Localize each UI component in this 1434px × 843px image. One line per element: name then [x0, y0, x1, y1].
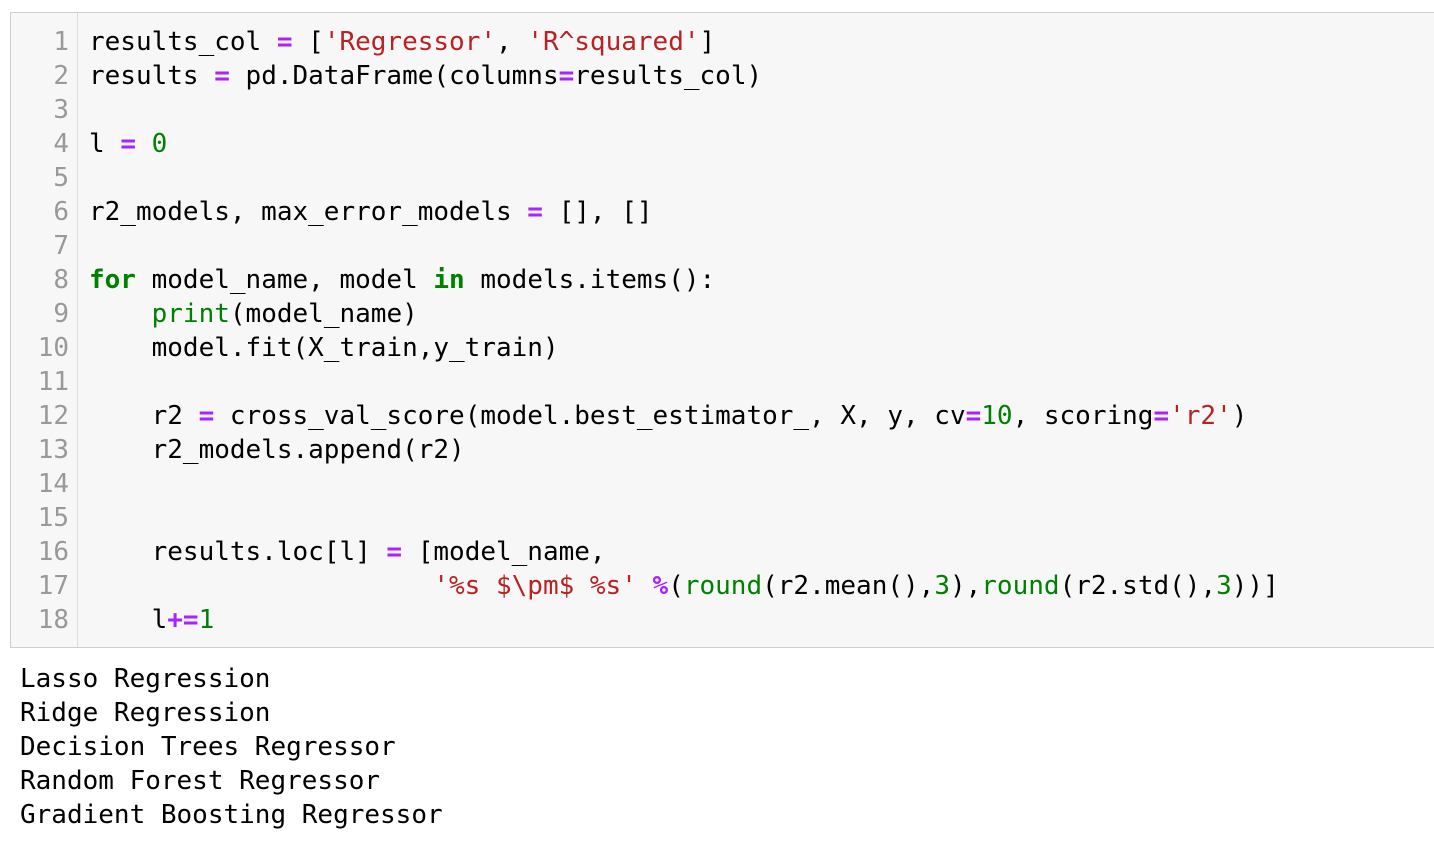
code-token: 10 — [981, 401, 1013, 431]
code-token: , scoring — [1012, 401, 1154, 431]
code-token: r2_models.append(r2) — [89, 435, 465, 465]
line-number: 15 — [37, 503, 69, 533]
code-token: print — [151, 299, 230, 329]
code-token: 1 — [198, 605, 215, 635]
line-number: 7 — [53, 231, 69, 261]
code-token: l — [89, 129, 121, 159]
code-line[interactable]: model.fit(X_train,y_train) — [89, 331, 559, 365]
code-token: for — [89, 265, 136, 295]
code-token: pd.DataFrame(columns — [229, 61, 559, 91]
code-token: = — [214, 61, 230, 91]
line-number: 14 — [37, 469, 69, 499]
code-line[interactable]: r2_models, max_error_models = [], [] — [89, 195, 653, 229]
code-token: results.loc[l] — [89, 537, 387, 567]
code-token: round — [981, 571, 1060, 601]
line-number: 4 — [53, 129, 69, 159]
code-token: round — [683, 571, 763, 601]
code-token: in — [433, 265, 465, 295]
line-number: 6 — [53, 197, 69, 227]
code-line[interactable]: '%s $\pm$ %s' %(round(r2.mean(),3),round… — [89, 569, 1279, 603]
code-token: r2_models, max_error_models — [89, 197, 528, 227]
code-token: ] — [699, 27, 716, 57]
code-token: = — [198, 401, 215, 431]
code-token: , — [496, 27, 528, 57]
code-token: 'R^squared' — [527, 27, 700, 57]
code-token: model_name, model — [135, 265, 434, 295]
code-token: 'r2' — [1169, 401, 1232, 431]
code-token: l — [89, 605, 168, 635]
code-token: ( — [668, 571, 684, 601]
output-line: Random Forest Regressor — [20, 766, 381, 796]
output-line: Gradient Boosting Regressor — [20, 800, 443, 830]
code-token: [], [] — [542, 197, 653, 227]
line-number-gutter: 1 2 3 4 5 6 7 8 9 10 11 12 13 14 15 16 17 18 — [11, 13, 78, 647]
line-number: 17 — [37, 571, 69, 601]
line-number: 9 — [53, 299, 69, 329]
code-token: ))] — [1231, 571, 1279, 601]
code-cell-input[interactable]: 1 2 3 4 5 6 7 8 9 10 11 12 13 14 15 16 17 18 results_col … — [10, 12, 1434, 648]
code-token: 3 — [934, 571, 950, 601]
code-line[interactable]: l = 0 — [89, 127, 167, 161]
code-token: cross_val_score(model.best_estimator_, X… — [214, 401, 966, 431]
line-number: 1 — [53, 27, 69, 57]
output-line: Lasso Regression — [20, 664, 271, 694]
code-line[interactable]: r2 = cross_val_score(model.best_estimato… — [89, 399, 1248, 433]
code-token: results_col) — [574, 61, 763, 91]
code-token: '%s $\pm$ %s' — [433, 571, 637, 601]
code-line[interactable]: l+=1 — [89, 603, 215, 637]
code-token: r2 — [89, 401, 199, 431]
code-token: model.fit(X_train,y_train) — [89, 333, 559, 363]
line-number: 3 — [53, 95, 69, 125]
code-token: = — [120, 129, 136, 159]
line-number: 10 — [37, 333, 69, 363]
code-token: [ — [292, 27, 324, 57]
code-token: results_col — [89, 27, 277, 57]
code-token: (r2.std(), — [1059, 571, 1217, 601]
code-line[interactable]: results.loc[l] = [model_name, — [89, 535, 606, 569]
code-token: 3 — [1216, 571, 1232, 601]
line-number: 5 — [53, 163, 69, 193]
code-token: += — [167, 605, 199, 635]
code-cell-output: Lasso Regression Ridge Regression Decisi… — [20, 662, 443, 832]
code-token: (r2.mean(), — [762, 571, 935, 601]
line-number: 12 — [37, 401, 69, 431]
code-token: models.items(): — [464, 265, 716, 295]
code-token: = — [527, 197, 543, 227]
code-token: (model_name) — [229, 299, 418, 329]
code-token: = — [558, 61, 575, 91]
code-line[interactable]: print(model_name) — [89, 297, 418, 331]
code-line[interactable]: results = pd.DataFrame(columns=results_c… — [89, 59, 762, 93]
output-line: Decision Trees Regressor — [20, 732, 396, 762]
code-line[interactable]: for model_name, model in models.items(): — [89, 263, 715, 297]
code-token: [model_name, — [402, 537, 606, 567]
code-token: ), — [949, 571, 982, 601]
code-token: = — [386, 537, 403, 567]
code-token: 0 — [151, 129, 168, 159]
code-line[interactable]: results_col = ['Regressor', 'R^squared'] — [89, 25, 715, 59]
line-number: 18 — [37, 605, 69, 635]
line-number: 8 — [53, 265, 69, 295]
code-token: = — [276, 27, 293, 57]
code-token: ) — [1231, 401, 1248, 431]
code-token: 'Regressor' — [323, 27, 496, 57]
line-number: 11 — [37, 367, 69, 397]
output-line: Ridge Regression — [20, 698, 271, 728]
code-token: = — [1153, 401, 1170, 431]
code-token: % — [652, 571, 669, 601]
code-line[interactable]: r2_models.append(r2) — [89, 433, 465, 467]
line-number: 2 — [53, 61, 69, 91]
code-token: = — [965, 401, 982, 431]
line-number: 13 — [37, 435, 69, 465]
line-number: 16 — [37, 537, 69, 567]
code-token: results — [89, 61, 215, 91]
